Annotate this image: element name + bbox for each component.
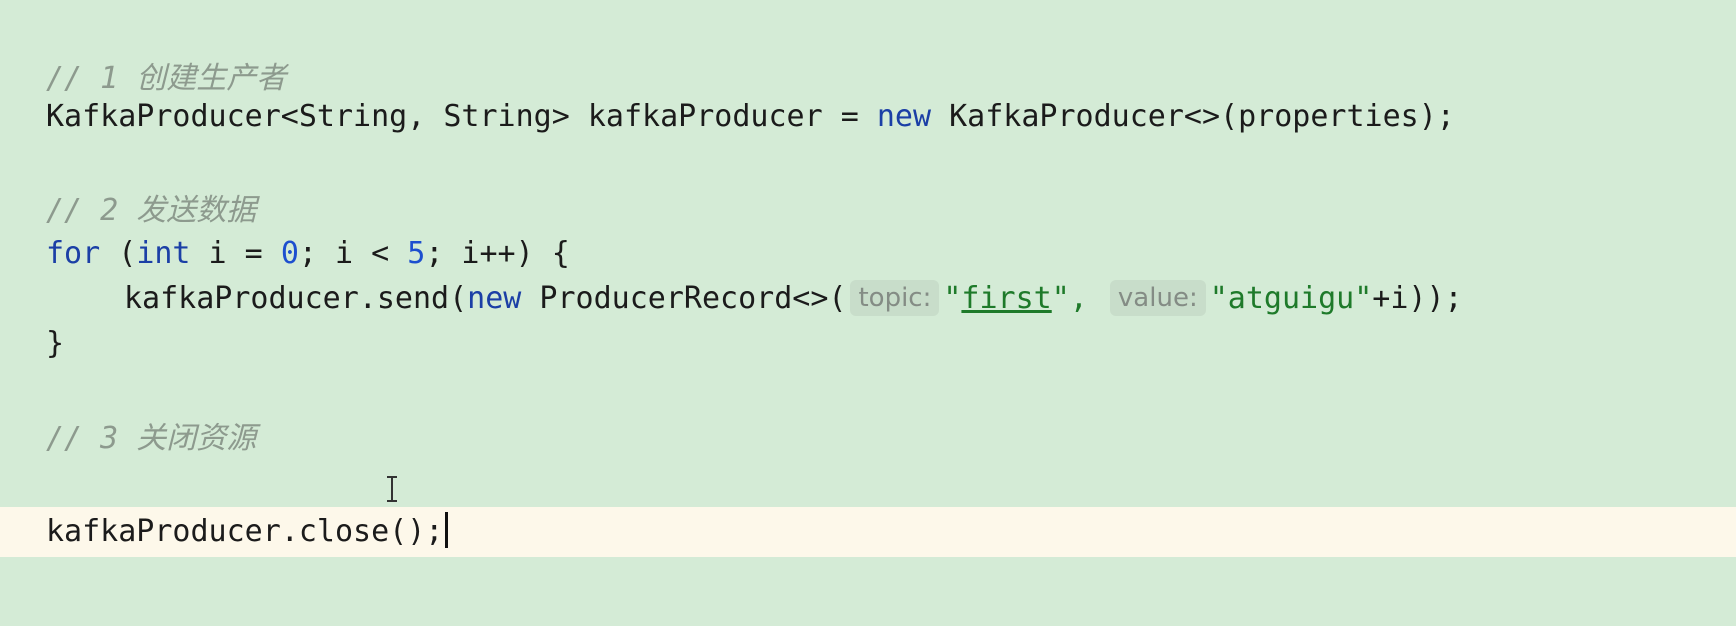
keyword-new: new: [876, 99, 932, 134]
text-caret: [445, 512, 449, 548]
number-literal-five: 5: [407, 236, 426, 271]
code-editor[interactable]: // 1 创建生产者 KafkaProducer<String, String>…: [0, 0, 1736, 626]
code-record-ctor: ProducerRecord<>(: [521, 281, 847, 316]
parameter-hint-value: value:: [1109, 280, 1206, 316]
string-quote-close: ",: [1051, 281, 1106, 316]
code-line-close-current[interactable]: kafkaProducer.close();: [0, 507, 1736, 557]
code-line-send: kafkaProducer.send(new ProducerRecord<>(…: [0, 274, 1736, 324]
code-constructor: KafkaProducer<>(properties);: [931, 99, 1455, 134]
code-line-comment-3: // 3 关闭资源: [0, 414, 1736, 464]
keyword-for: for: [46, 236, 101, 271]
code-loop-cond: ; i <: [298, 236, 408, 271]
code-loop-var: i =: [190, 236, 281, 271]
string-quote-open: ": [943, 281, 962, 316]
comment-close-resources: // 3 关闭资源: [46, 421, 257, 456]
code-paren: (: [100, 236, 137, 271]
code-line-close-brace: }: [0, 319, 1736, 369]
number-literal-zero: 0: [280, 236, 299, 271]
code-close-call: kafkaProducer.close();: [46, 514, 444, 549]
code-line-for-loop: for (int i = 0; i < 5; i++) {: [0, 229, 1736, 279]
code-send-call: kafkaProducer.send(: [124, 281, 468, 316]
ibeam-cursor-icon: [385, 476, 399, 502]
closing-brace: }: [46, 326, 65, 361]
code-loop-incr: ; i++) {: [425, 236, 570, 271]
keyword-new: new: [467, 281, 522, 316]
string-value-literal: "atguigu": [1209, 281, 1373, 316]
code-declaration: KafkaProducer<String, String> kafkaProdu…: [46, 99, 877, 134]
code-send-tail: +i));: [1372, 281, 1463, 316]
code-line-create-producer: KafkaProducer<String, String> kafkaProdu…: [0, 92, 1736, 142]
parameter-hint-topic: topic:: [850, 280, 940, 316]
keyword-int: int: [136, 236, 191, 271]
string-topic-value: first: [961, 281, 1052, 316]
